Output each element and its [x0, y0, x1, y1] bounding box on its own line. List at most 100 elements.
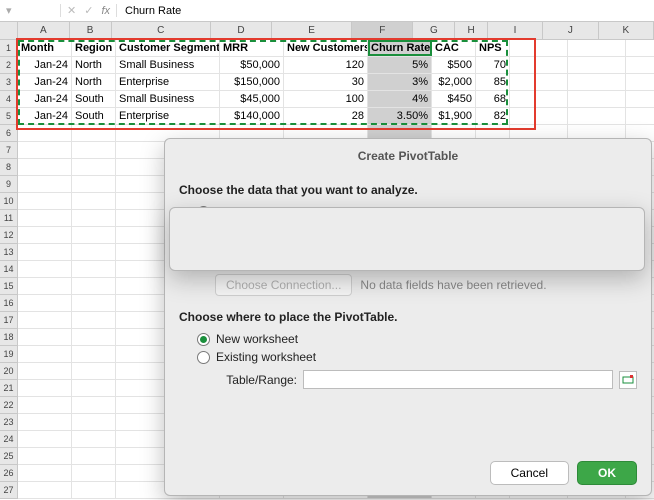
cell[interactable]	[18, 380, 72, 397]
cell[interactable]: Customer Segment	[116, 40, 220, 57]
row-header[interactable]: 8	[0, 159, 18, 176]
cell[interactable]: Jan-24	[18, 108, 72, 125]
cell[interactable]	[510, 57, 568, 74]
cell[interactable]: 28	[284, 108, 368, 125]
cell[interactable]: Month	[18, 40, 72, 57]
place-range-input[interactable]	[303, 370, 613, 389]
cell[interactable]	[72, 448, 116, 465]
cell[interactable]	[72, 465, 116, 482]
row-header[interactable]: 2	[0, 57, 18, 74]
radio-select-range[interactable]	[197, 206, 210, 219]
row-header[interactable]: 4	[0, 91, 18, 108]
cell[interactable]	[72, 278, 116, 295]
row-header[interactable]: 17	[0, 312, 18, 329]
cell[interactable]: South	[72, 91, 116, 108]
row-header[interactable]: 25	[0, 448, 18, 465]
cell[interactable]: $50,000	[220, 57, 284, 74]
cell[interactable]	[626, 57, 654, 74]
cell[interactable]	[18, 397, 72, 414]
cell[interactable]	[72, 431, 116, 448]
cell[interactable]: 70	[476, 57, 510, 74]
cell[interactable]: Small Business	[116, 91, 220, 108]
cell[interactable]	[626, 91, 654, 108]
cell[interactable]: 5%	[368, 57, 432, 74]
collapse-dialog-icon[interactable]	[619, 226, 637, 244]
fx-icon[interactable]: fx	[101, 5, 110, 17]
cell[interactable]	[72, 414, 116, 431]
col-header[interactable]: E	[272, 22, 352, 39]
row-header[interactable]: 21	[0, 380, 18, 397]
cell[interactable]	[18, 227, 72, 244]
row-header[interactable]: 13	[0, 244, 18, 261]
cell[interactable]	[568, 91, 626, 108]
range-input[interactable]: Sheet1!$A$1:$H$5	[303, 225, 613, 244]
row-header[interactable]: 20	[0, 363, 18, 380]
cell[interactable]: South	[72, 108, 116, 125]
cell[interactable]	[18, 295, 72, 312]
row-header[interactable]: 27	[0, 482, 18, 499]
row-header[interactable]: 26	[0, 465, 18, 482]
row-header[interactable]: 14	[0, 261, 18, 278]
cell[interactable]	[18, 261, 72, 278]
cell[interactable]: $140,000	[220, 108, 284, 125]
cell[interactable]: 85	[476, 74, 510, 91]
cell[interactable]	[510, 108, 568, 125]
cell[interactable]: 4%	[368, 91, 432, 108]
cell[interactable]: $150,000	[220, 74, 284, 91]
cell[interactable]	[568, 108, 626, 125]
cell[interactable]	[626, 40, 654, 57]
cell[interactable]: Jan-24	[18, 74, 72, 91]
cell[interactable]	[72, 210, 116, 227]
cell[interactable]: NPS	[476, 40, 510, 57]
cell[interactable]: $450	[432, 91, 476, 108]
cell[interactable]	[18, 176, 72, 193]
cell[interactable]	[72, 329, 116, 346]
cell[interactable]: 3.50%	[368, 108, 432, 125]
cell[interactable]	[72, 125, 116, 142]
cell[interactable]	[18, 482, 72, 499]
row-header[interactable]: 23	[0, 414, 18, 431]
cell[interactable]	[568, 74, 626, 91]
row-header[interactable]: 5	[0, 108, 18, 125]
cell[interactable]	[568, 57, 626, 74]
formula-content[interactable]: Churn Rate	[117, 5, 181, 17]
radio-existing-worksheet[interactable]	[197, 351, 210, 364]
cancel-button[interactable]: Cancel	[490, 461, 569, 485]
cell[interactable]	[18, 312, 72, 329]
cell[interactable]	[72, 261, 116, 278]
cell[interactable]	[626, 74, 654, 91]
cell[interactable]	[18, 346, 72, 363]
cell[interactable]	[18, 414, 72, 431]
cell[interactable]: Jan-24	[18, 91, 72, 108]
cell[interactable]	[510, 74, 568, 91]
select-all-corner[interactable]	[0, 22, 18, 39]
cell[interactable]: Enterprise	[116, 108, 220, 125]
row-header[interactable]: 10	[0, 193, 18, 210]
ok-button[interactable]: OK	[577, 461, 637, 485]
col-header[interactable]: G	[413, 22, 455, 39]
cell[interactable]	[18, 448, 72, 465]
col-header[interactable]: I	[488, 22, 543, 39]
cell[interactable]	[72, 312, 116, 329]
cell[interactable]	[72, 244, 116, 261]
cell[interactable]: CAC	[432, 40, 476, 57]
cell[interactable]	[18, 465, 72, 482]
col-header[interactable]: K	[599, 22, 654, 39]
name-box[interactable]: ▾	[0, 4, 60, 17]
row-header[interactable]: 18	[0, 329, 18, 346]
cell[interactable]: Small Business	[116, 57, 220, 74]
radio-external-source[interactable]	[197, 255, 210, 268]
row-header[interactable]: 9	[0, 176, 18, 193]
col-header[interactable]: A	[18, 22, 70, 39]
cell[interactable]: $1,900	[432, 108, 476, 125]
cancel-entry-icon[interactable]: ✕	[67, 4, 76, 17]
row-header[interactable]: 24	[0, 431, 18, 448]
cell[interactable]	[18, 142, 72, 159]
row-header[interactable]: 12	[0, 227, 18, 244]
cell[interactable]: 82	[476, 108, 510, 125]
cell[interactable]: $2,000	[432, 74, 476, 91]
cell[interactable]: $500	[432, 57, 476, 74]
cell[interactable]	[72, 142, 116, 159]
cell[interactable]	[510, 40, 568, 57]
cell[interactable]	[18, 193, 72, 210]
